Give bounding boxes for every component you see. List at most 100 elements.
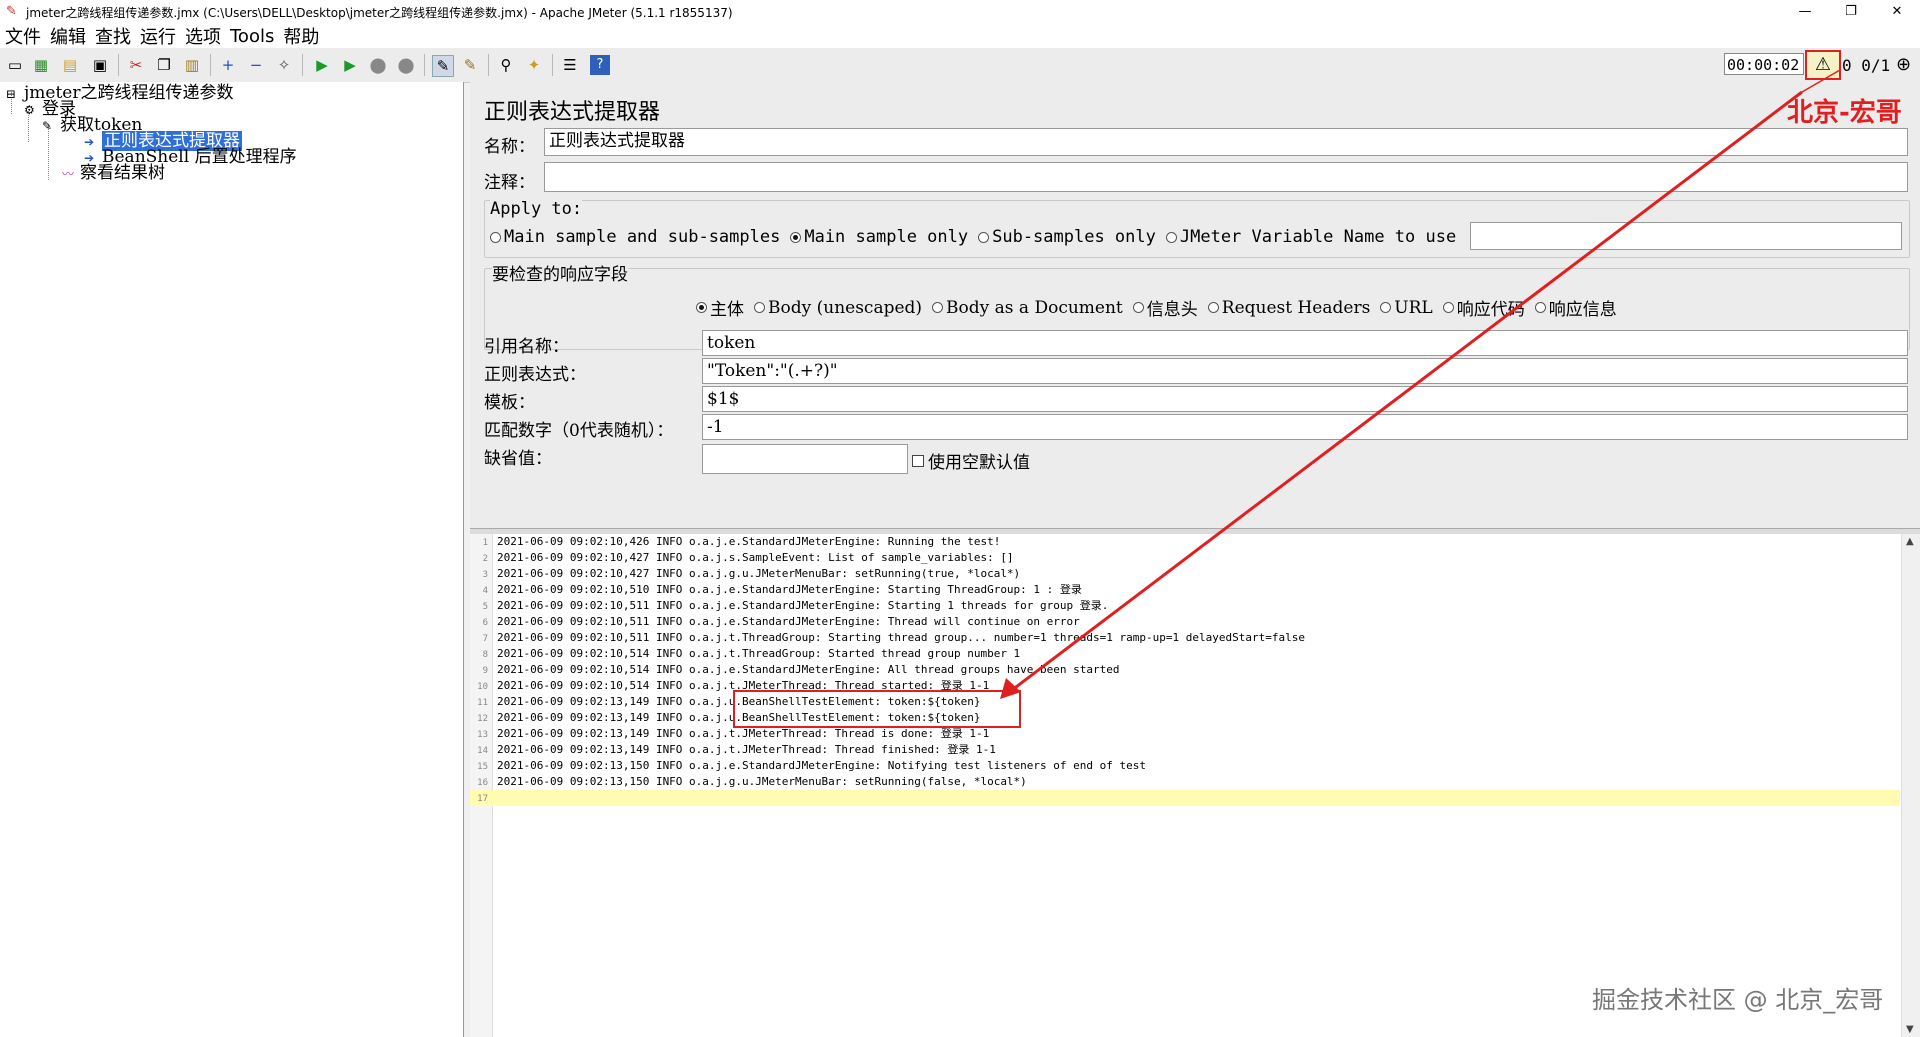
radio-url[interactable]: URL <box>1380 298 1433 318</box>
ref-name-field[interactable]: token <box>702 330 1908 356</box>
jmeter-variable-field[interactable] <box>1470 222 1902 250</box>
radio-response-code[interactable]: 响应代码 <box>1442 295 1525 320</box>
elapsed-timer: 00:00:02 <box>1724 53 1804 75</box>
default-value-field[interactable] <box>702 444 908 474</box>
stop-icon[interactable]: ⬤ <box>368 55 388 75</box>
radio-request-headers[interactable]: Request Headers <box>1207 298 1370 318</box>
shutdown-icon[interactable]: ⬤ <box>396 55 416 75</box>
restore-button[interactable]: ❐ <box>1828 0 1874 24</box>
window-titlebar: ✎ jmeter之跨线程组传递参数.jmx (C:\Users\DELL\Des… <box>0 0 1920 24</box>
minimize-button[interactable]: — <box>1782 0 1828 24</box>
log-line: 13 2021-06-09 09:02:13,149 INFO o.a.j.t.J… <box>477 727 990 740</box>
menu-edit[interactable]: 编辑 <box>50 23 86 49</box>
search-icon[interactable]: ⚲ <box>496 55 516 75</box>
log-line: 15 2021-06-09 09:02:13,150 INFO o.a.j.e.S… <box>477 759 1147 772</box>
match-no-field[interactable]: -1 <box>702 414 1908 440</box>
clear-all-icon[interactable]: ✎ <box>460 55 480 75</box>
thread-group-gear-icon: ⚙ <box>24 103 35 117</box>
menu-file[interactable]: 文件 <box>5 23 41 49</box>
warning-icon[interactable]: ⚠ <box>1805 50 1841 80</box>
scroll-down-icon[interactable]: ▼ <box>1906 1024 1914 1035</box>
cut-icon[interactable]: ✂ <box>126 55 146 75</box>
start-no-pause-icon[interactable]: ▶ <box>340 55 360 75</box>
templates-icon[interactable]: ▦ <box>31 55 51 75</box>
author-annotation: 北京-宏哥 <box>1787 98 1902 128</box>
log-line: 4 2021-06-09 09:02:10,510 INFO o.a.j.e.St… <box>482 583 1082 596</box>
tree-node-view-results[interactable]: 〰察看结果树 <box>62 164 165 183</box>
menu-bar: 文件 编辑 查找 运行 选项 Tools 帮助 <box>0 24 1920 48</box>
menu-tools[interactable]: Tools <box>230 26 274 47</box>
log-line: 11 2021-06-09 09:02:13,149 INFO o.a.j.u.B… <box>477 695 981 708</box>
log-viewer[interactable]: 1 2021-06-09 09:02:10,426 INFO o.a.j.e.St… <box>470 534 1920 1037</box>
log-scrollbar[interactable]: ▲ ▼ <box>1901 534 1920 1037</box>
menu-options[interactable]: 选项 <box>185 23 221 49</box>
window-title: jmeter之跨线程组传递参数.jmx (C:\Users\DELL\Deskt… <box>26 5 733 20</box>
save-icon[interactable]: ▣ <box>90 55 110 75</box>
log-line: 1 2021-06-09 09:02:10,426 INFO o.a.j.e.St… <box>482 535 1001 548</box>
copy-icon[interactable]: ❐ <box>154 55 174 75</box>
field-check-title: 要检查的响应字段 <box>492 260 628 285</box>
remote-status-icon[interactable]: ⊕ <box>1896 55 1916 75</box>
comment-field[interactable] <box>544 162 1908 192</box>
name-field[interactable]: 正则表达式提取器 <box>544 128 1908 156</box>
sampler-pen-icon: ✎ <box>42 119 53 133</box>
window-controls: — ❐ ✕ <box>1782 0 1920 24</box>
radio-jmeter-variable[interactable]: JMeter Variable Name to use <box>1165 227 1456 247</box>
highlight-box-beanshell-lines <box>733 690 1021 728</box>
warning-count-and-threads: 0 0/1 <box>1842 56 1891 75</box>
log-line: 6 2021-06-09 09:02:10,511 INFO o.a.j.e.St… <box>482 615 1080 628</box>
extractor-config-panel: 正则表达式提取器 名称： 正则表达式提取器 注释： Apply to: Main… <box>470 82 1920 528</box>
paste-icon[interactable]: ▥ <box>182 55 202 75</box>
panel-title: 正则表达式提取器 <box>484 100 661 125</box>
radio-body[interactable]: 主体 <box>696 295 744 320</box>
menu-run[interactable]: 运行 <box>140 23 176 49</box>
function-helper-icon[interactable]: ☰ <box>560 55 580 75</box>
open-icon[interactable]: ▤ <box>60 55 80 75</box>
template-label: 模板： <box>484 393 535 413</box>
log-line: 2 2021-06-09 09:02:10,427 INFO o.a.j.s.Sa… <box>482 551 1014 564</box>
menu-search[interactable]: 查找 <box>95 23 131 49</box>
reset-search-icon[interactable]: ✦ <box>524 55 544 75</box>
log-line: 10 2021-06-09 09:02:10,514 INFO o.a.j.t.J… <box>477 679 990 692</box>
default-value-label: 缺省值： <box>484 449 552 469</box>
log-line: 9 2021-06-09 09:02:10,514 INFO o.a.j.e.St… <box>482 663 1120 676</box>
scroll-up-icon[interactable]: ▲ <box>1906 536 1914 547</box>
radio-main-only[interactable]: Main sample only <box>790 227 968 247</box>
toggle-icon[interactable]: ✧ <box>274 55 294 75</box>
new-icon[interactable]: ▭ <box>5 55 25 75</box>
radio-response-message[interactable]: 响应信息 <box>1534 295 1617 320</box>
clear-icon[interactable]: ✎ <box>432 55 454 77</box>
start-icon[interactable]: ▶ <box>312 55 332 75</box>
use-empty-default-checkbox[interactable]: 使用空默认值 <box>912 448 1030 473</box>
jmeter-feather-icon: ✎ <box>6 4 17 19</box>
test-plan-tree: ⊟ jmeter之跨线程组传递参数 ⚙ 登录 ✎ 获取token ➔ 正则表达式提取器 … <box>0 82 464 1037</box>
log-line: 14 2021-06-09 09:02:13,149 INFO o.a.j.t.J… <box>477 743 996 756</box>
match-no-label: 匹配数字（0代表随机）： <box>484 421 674 441</box>
radio-main-and-sub[interactable]: Main sample and sub-samples <box>490 227 780 247</box>
radio-sub-only[interactable]: Sub-samples only <box>978 227 1156 247</box>
log-line: 8 2021-06-09 09:02:10,514 INFO o.a.j.t.Th… <box>482 647 1021 660</box>
log-line: 5 2021-06-09 09:02:10,511 INFO o.a.j.e.St… <box>482 599 1109 612</box>
radio-body-as-document[interactable]: Body as a Document <box>932 298 1123 318</box>
menu-help[interactable]: 帮助 <box>283 23 319 49</box>
comment-label: 注释： <box>484 173 535 193</box>
regex-field[interactable]: "Token":"(.+?)" <box>702 358 1908 384</box>
collapse-icon[interactable]: − <box>246 55 266 75</box>
field-check-options: 主体 Body (unescaped) Body as a Document 信… <box>696 295 1627 320</box>
apply-to-options: Main sample and sub-samples Main sample … <box>490 227 1466 247</box>
expand-icon[interactable]: + <box>218 55 238 75</box>
template-field[interactable]: $1$ <box>702 386 1908 412</box>
regex-label: 正则表达式： <box>484 365 586 385</box>
log-line: 12 2021-06-09 09:02:13,149 INFO o.a.j.u.B… <box>477 711 981 724</box>
apply-to-title: Apply to: <box>490 199 583 219</box>
close-button[interactable]: ✕ <box>1874 0 1920 24</box>
help-icon[interactable]: ? <box>590 55 610 75</box>
ref-name-label: 引用名称： <box>484 337 569 357</box>
name-label: 名称： <box>484 137 535 157</box>
toolbar: ▭ ▦ ▤ ▣ ✂ ❐ ▥ + − ✧ ▶ ▶ ⬤ ⬤ ✎ ✎ ⚲ ✦ ☰ ? … <box>0 48 1920 83</box>
radio-headers[interactable]: 信息头 <box>1132 295 1198 320</box>
radio-body-unescaped[interactable]: Body (unescaped) <box>754 298 922 318</box>
test-plan-icon: ⊟ <box>6 87 17 101</box>
log-line: 7 2021-06-09 09:02:10,511 INFO o.a.j.t.Th… <box>482 631 1305 644</box>
log-line-current: 17 <box>470 790 1900 806</box>
